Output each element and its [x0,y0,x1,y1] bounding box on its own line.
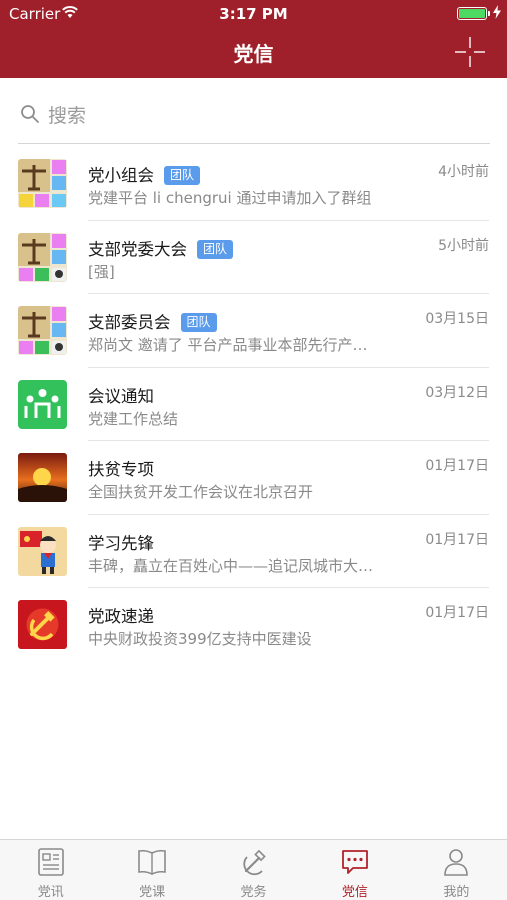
status-bar: Carrier 3:17 PM [0,0,507,28]
tab-label: 党讯 [37,885,64,900]
list-item[interactable]: 党政速递 01月17日 中央财政投资399亿支持中医建设 [0,588,507,662]
charging-icon [493,5,501,19]
conversation-time: 4小时前 [438,164,489,180]
add-crosshair-icon[interactable] [455,37,485,67]
team-badge: 团队 [197,239,234,259]
list-item[interactable]: 会议通知 03月12日 党建工作总结 [0,368,507,441]
page-title: 党信 [233,42,274,66]
person-icon [444,849,469,876]
conversation-title: 党小组会 团队 [88,162,201,186]
conversation-list: 党小组会 团队 4小时前 党建平台 li chengrui 通过申请加入了群组 支… [0,147,507,662]
conversation-title: 支部委员会 团队 [88,309,217,333]
list-item[interactable]: 扶贫专项 01月17日 全国扶贫开发工作会议在北京召开 [0,441,507,515]
conversation-preview: [强] [88,262,115,281]
conversation-time: 03月12日 [425,384,489,401]
conversation-preview: 党建平台 li chengrui 通过申请加入了群组 [88,189,372,207]
battery-level [459,9,485,18]
tab-course[interactable]: 党课 [101,840,202,900]
group-collage-icon [18,232,67,282]
poverty-relief-icon [18,453,67,502]
tab-label: 党信 [341,885,368,900]
title-text: 支部委员会 [88,313,171,332]
conversation-title: 支部党委大会 团队 [88,236,234,260]
conversation-title: 扶贫专项 [88,456,154,480]
tab-profile[interactable]: 我的 [406,840,507,900]
search-icon [21,105,39,123]
conversation-time: 5小时前 [438,237,489,254]
search-bar[interactable]: 搜索 [18,90,490,144]
conversation-preview: 党建工作总结 [88,409,179,428]
title-text: 会议通知 [88,386,154,406]
chat-bubble-icon [342,850,368,874]
conversation-time: 01月17日 [425,605,489,621]
title-text: 支部党委大会 [88,239,187,259]
title-text: 党小组会 [88,166,154,185]
title-text: 扶贫专项 [88,460,154,479]
tab-label: 我的 [443,885,470,900]
search-input[interactable]: 搜索 [48,101,86,128]
tab-messages[interactable]: 党信 [304,840,405,900]
study-pioneer-icon [18,526,67,576]
conversation-title: 学习先锋 [88,530,154,554]
tab-news[interactable]: 党讯 [0,840,101,900]
news-icon [37,848,64,876]
party-emblem-icon [18,600,67,649]
tab-affairs[interactable]: 党务 [203,840,304,900]
conversation-preview: 中央财政投资399亿支持中医建设 [88,630,312,648]
meeting-icon [18,379,67,429]
tab-label: 党务 [240,885,267,900]
title-text: 党政速递 [88,607,154,626]
conversation-time: 01月17日 [425,531,489,548]
list-item[interactable]: 学习先锋 01月17日 丰碑，矗立在百姓心中——追记凤城市大… [0,515,507,588]
list-item[interactable]: 党小组会 团队 4小时前 党建平台 li chengrui 通过申请加入了群组 [0,147,507,221]
conversation-title: 会议通知 [88,383,154,407]
conversation-title: 党政速递 [88,603,154,627]
group-collage-icon [18,159,67,208]
clock: 3:17 PM [219,5,288,23]
hammer-sickle-icon [242,849,266,876]
conversation-preview: 全国扶贫开发工作会议在北京召开 [88,483,314,501]
conversation-preview: 郑尚文 邀请了 平台产品事业本部先行产… [88,336,368,354]
group-collage-icon [18,306,67,355]
list-item[interactable]: 支部委员会 团队 03月15日 郑尚文 邀请了 平台产品事业本部先行产… [0,294,507,368]
tab-bar: 党讯 党课 党务 党信 我的 [0,839,507,900]
tab-label: 党课 [139,885,166,900]
team-badge: 团队 [180,313,217,332]
battery-icon [457,7,490,20]
team-badge: 团队 [164,166,201,185]
list-item[interactable]: 支部党委大会 团队 5小时前 [强] [0,221,507,294]
conversation-time: 01月17日 [425,458,489,474]
title-text: 学习先锋 [88,533,154,553]
conversation-preview: 丰碑，矗立在百姓心中——追记凤城市大… [88,556,374,575]
book-icon [138,849,166,875]
header: Carrier 3:17 PM 党信 [0,0,507,78]
conversation-time: 03月15日 [425,311,489,327]
